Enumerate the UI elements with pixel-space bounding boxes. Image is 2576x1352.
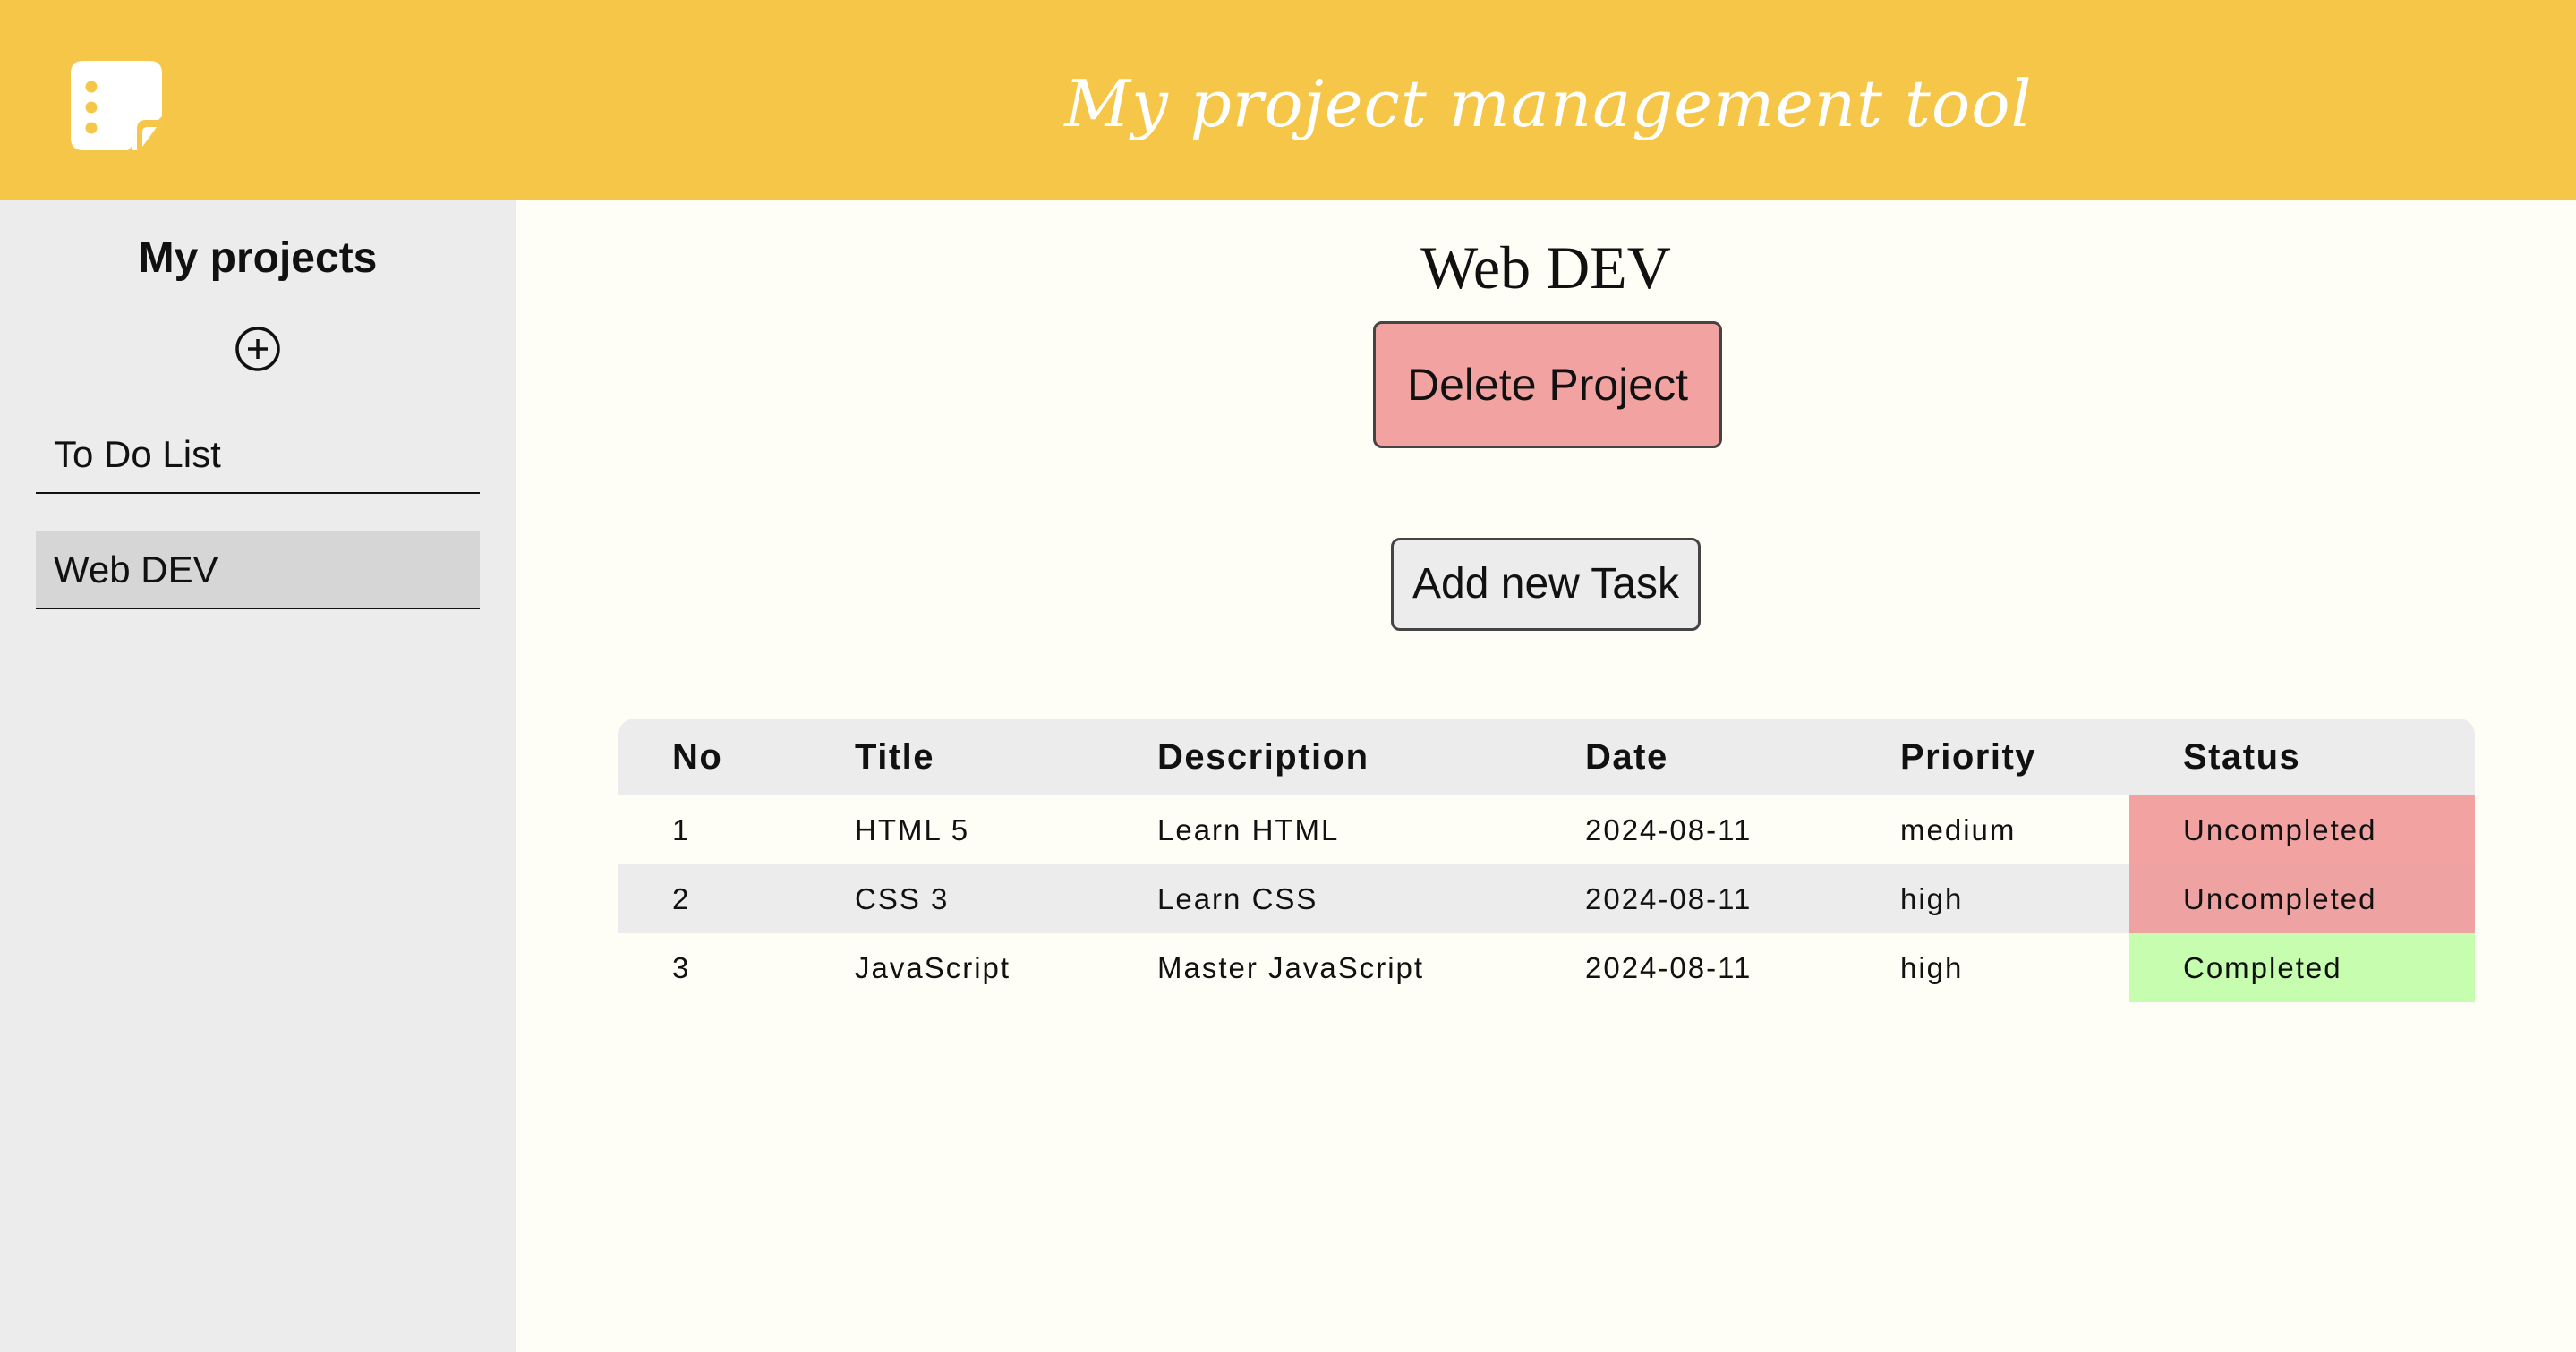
plus-circle-icon[interactable] (235, 326, 281, 372)
sidebar: My projects To Do List Web DEV (0, 200, 516, 1352)
cell-description: Master JavaScript (1157, 950, 1425, 984)
sidebar-item-label: Web DEV (54, 548, 218, 591)
table-row[interactable]: 3 JavaScript Master JavaScript 2024-08-1… (618, 933, 2475, 1002)
status-badge[interactable]: Uncompleted (2129, 795, 2475, 864)
sidebar-title: My projects (138, 234, 378, 282)
project-title: Web DEV (1420, 234, 1671, 302)
column-header-date[interactable]: Date (1531, 719, 1847, 795)
add-task-button[interactable]: Add new Task (1391, 538, 1701, 631)
cell-no: 3 (672, 950, 691, 984)
column-header-title[interactable]: Title (801, 719, 1104, 795)
main-content: Web DEV Delete Project Add new Task No T… (516, 200, 2576, 1352)
cell-title: JavaScript (855, 950, 1011, 984)
cell-no: 1 (672, 812, 691, 846)
column-header-status[interactable]: Status (2129, 719, 2475, 795)
column-header-description[interactable]: Description (1104, 719, 1531, 795)
app-title: My project management tool (1064, 66, 2033, 141)
sidebar-item-label: To Do List (54, 433, 221, 475)
table-header-row: No Title Description Date Priority Statu… (618, 719, 2475, 795)
status-badge[interactable]: Uncompleted (2129, 864, 2475, 933)
column-header-priority[interactable]: Priority (1847, 719, 2129, 795)
app-header: My project management tool (0, 0, 2576, 200)
sidebar-item-to-do-list[interactable]: To Do List (36, 415, 480, 494)
cell-date: 2024-08-11 (1585, 881, 1753, 915)
cell-priority: medium (1900, 812, 2017, 846)
cell-title: CSS 3 (855, 881, 950, 915)
cell-description: Learn CSS (1157, 881, 1318, 915)
cell-no: 2 (672, 881, 691, 915)
table-row[interactable]: 2 CSS 3 Learn CSS 2024-08-11 high Uncomp… (618, 864, 2475, 933)
cell-priority: high (1900, 881, 1964, 915)
cell-date: 2024-08-11 (1585, 812, 1753, 846)
column-header-no[interactable]: No (618, 719, 801, 795)
table-row[interactable]: 1 HTML 5 Learn HTML 2024-08-11 medium Un… (618, 795, 2475, 864)
cell-title: HTML 5 (855, 812, 970, 846)
cell-description: Learn HTML (1157, 812, 1340, 846)
sticky-note-icon[interactable] (71, 61, 162, 150)
status-badge[interactable]: Completed (2129, 933, 2475, 1002)
cell-date: 2024-08-11 (1585, 950, 1753, 984)
task-table: No Title Description Date Priority Statu… (618, 719, 2475, 1002)
cell-priority: high (1900, 950, 1964, 984)
delete-project-button[interactable]: Delete Project (1373, 321, 1722, 448)
sidebar-item-web-dev[interactable]: Web DEV (36, 531, 480, 609)
